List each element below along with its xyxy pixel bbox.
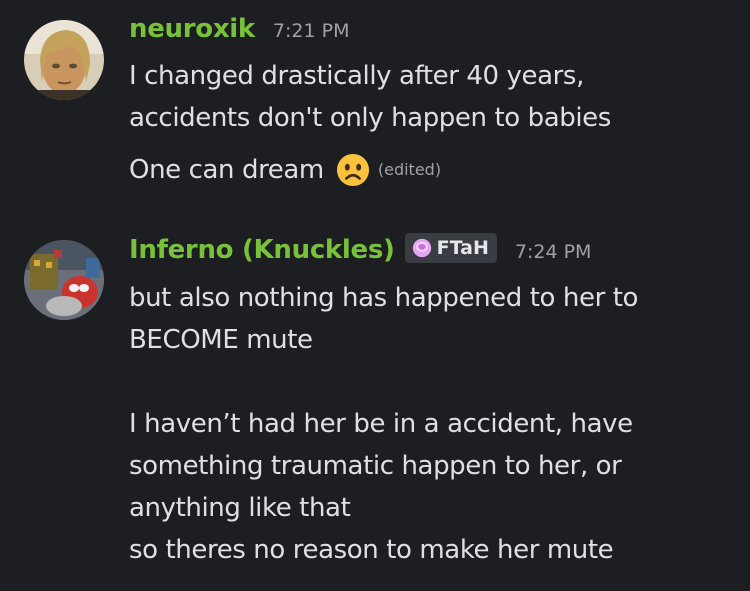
- username[interactable]: neuroxik: [129, 14, 255, 44]
- message-line: something traumatic happen to her, or: [129, 451, 622, 481]
- message-content: but also nothing has happened to her to …: [129, 277, 638, 571]
- message-line: [129, 361, 638, 403]
- message-content: I changed drastically after 40 years, ac…: [129, 55, 611, 191]
- timestamp: 7:24 PM: [514, 241, 592, 263]
- avatar[interactable]: [24, 240, 104, 320]
- message-line: so theres no reason to make her mute: [129, 535, 614, 565]
- server-tag-label: FTaH: [436, 237, 489, 259]
- edited-message-line: One can dream (edited): [129, 149, 611, 191]
- pink-shield-icon: [412, 238, 431, 258]
- user-avatar-icon: [24, 240, 104, 320]
- message-line: I changed drastically after 40 years,: [129, 61, 584, 91]
- message-line: accidents don't only happen to babies: [129, 103, 611, 133]
- message-line: BECOME mute: [129, 325, 313, 355]
- username[interactable]: Inferno (Knuckles): [129, 235, 395, 265]
- user-avatar-icon: [24, 20, 104, 100]
- edited-label: (edited): [377, 160, 442, 179]
- message-line: anything like that: [129, 493, 351, 523]
- avatar[interactable]: [24, 20, 104, 100]
- frowning-face-emoji: [336, 153, 369, 187]
- message-line: One can dream: [129, 155, 324, 185]
- timestamp: 7:21 PM: [272, 20, 350, 42]
- message-line: but also nothing has happened to her to: [129, 283, 639, 313]
- server-tag-badge[interactable]: FTaH: [404, 233, 497, 263]
- message-line: I haven’t had her be in a accident, have: [129, 409, 633, 439]
